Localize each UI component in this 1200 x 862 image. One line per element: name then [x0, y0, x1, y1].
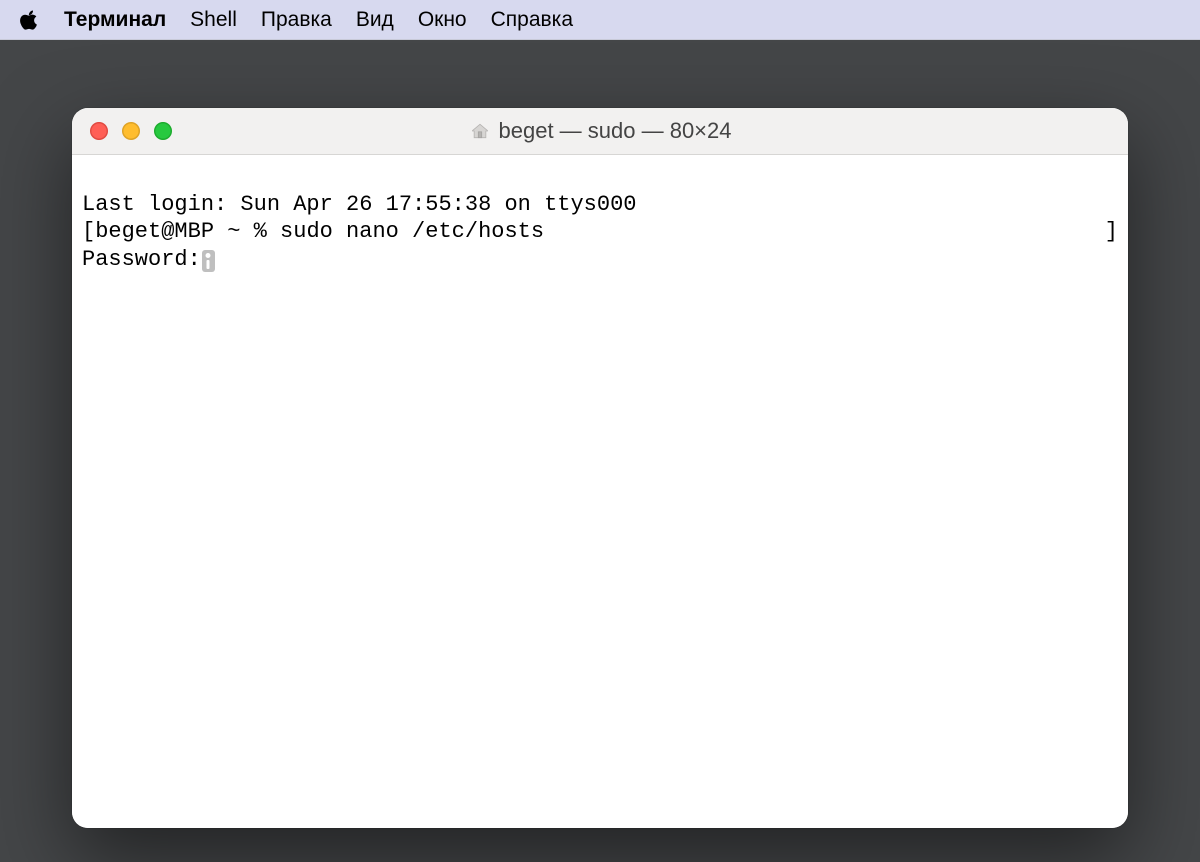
password-label: Password: [82, 247, 201, 272]
home-icon [469, 120, 491, 142]
menubar-item-help[interactable]: Справка [491, 8, 573, 32]
menubar-app-name[interactable]: Терминал [64, 8, 166, 32]
window-title-text: beget — sudo — 80×24 [499, 118, 732, 144]
window-zoom-button[interactable] [154, 122, 172, 140]
prompt-text: beget@MBP ~ % sudo nano /etc/hosts [95, 219, 544, 244]
prompt-close-bracket: ] [1105, 218, 1118, 246]
terminal-line-last-login: Last login: Sun Apr 26 17:55:38 on ttys0… [82, 191, 1118, 219]
terminal-viewport[interactable]: Last login: Sun Apr 26 17:55:38 on ttys0… [72, 155, 1128, 828]
window-titlebar[interactable]: beget — sudo — 80×24 [72, 108, 1128, 155]
apple-logo-icon[interactable] [18, 9, 40, 31]
menubar-item-window[interactable]: Окно [418, 8, 467, 32]
menubar-item-view[interactable]: Вид [356, 8, 394, 32]
terminal-line-password: Password: [82, 246, 1118, 274]
terminal-line-prompt: [beget@MBP ~ % sudo nano /etc/hosts] [82, 218, 1118, 246]
terminal-window: beget — sudo — 80×24 Last login: Sun Apr… [72, 108, 1128, 828]
window-close-button[interactable] [90, 122, 108, 140]
menubar-item-edit[interactable]: Правка [261, 8, 332, 32]
window-title: beget — sudo — 80×24 [72, 118, 1128, 144]
prompt-open-bracket: [ [82, 219, 95, 244]
window-minimize-button[interactable] [122, 122, 140, 140]
menubar-item-shell[interactable]: Shell [190, 8, 237, 32]
traffic-lights [90, 122, 172, 140]
key-cursor-icon [202, 250, 215, 272]
macos-menubar: Терминал Shell Правка Вид Окно Справка [0, 0, 1200, 40]
